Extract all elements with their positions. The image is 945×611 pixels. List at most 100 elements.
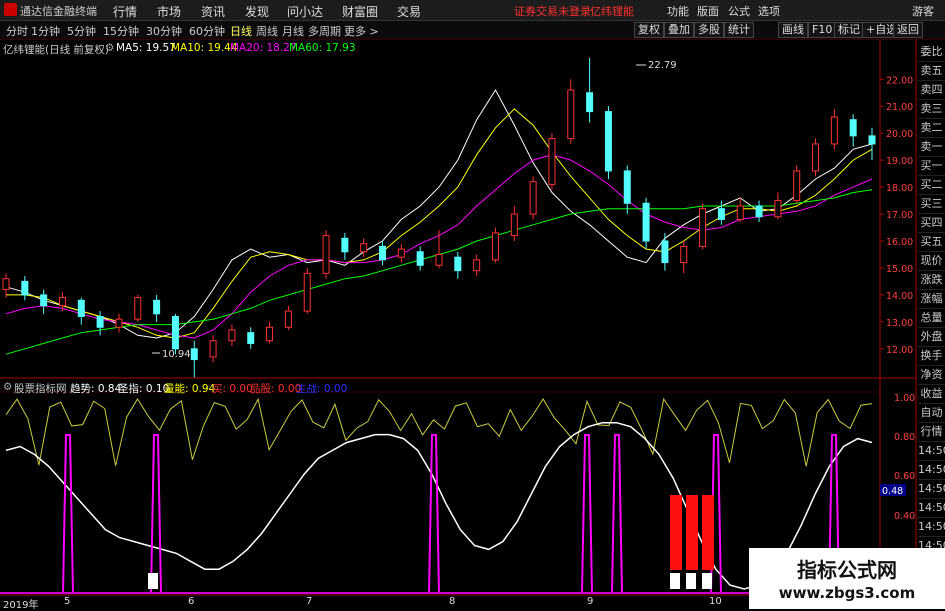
period-15min[interactable]: 15分钟 xyxy=(103,23,139,39)
overlay-button[interactable]: 叠加 xyxy=(664,22,694,38)
ma20-label: MA20: 18.27 xyxy=(230,42,297,54)
user-label[interactable]: 游客 xyxy=(912,3,934,19)
menu-options[interactable]: 选项 xyxy=(758,3,780,19)
side-item[interactable]: 委比 xyxy=(918,42,945,62)
candle-body xyxy=(604,111,612,172)
side-item[interactable]: 14:50 xyxy=(918,460,945,480)
menu-trade[interactable]: 交易 xyxy=(397,3,421,20)
menu-layout[interactable]: 版面 xyxy=(697,3,719,19)
period-multi[interactable]: 多周期 xyxy=(308,23,341,39)
high-label: 22.79 xyxy=(648,60,677,71)
mark-button[interactable]: 标记 xyxy=(834,22,864,38)
period-weekly[interactable]: 周线 xyxy=(256,23,278,39)
side-item[interactable]: 买二 xyxy=(918,175,945,195)
candle-body xyxy=(623,170,631,204)
side-item[interactable]: 涨幅 xyxy=(918,289,945,309)
settings-icon[interactable]: ⚙ xyxy=(105,42,114,54)
candle-body xyxy=(717,208,725,220)
side-item[interactable]: 行情 xyxy=(918,422,945,442)
menu-formula[interactable]: 公式 xyxy=(728,3,750,19)
price-tick: 20.00 xyxy=(886,129,913,140)
draw-button[interactable]: 画线 xyxy=(778,22,808,38)
f10-button[interactable]: F10 xyxy=(808,22,837,38)
period-60min[interactable]: 60分钟 xyxy=(189,23,225,39)
menu-function[interactable]: 功能 xyxy=(667,3,689,19)
candle-body xyxy=(830,116,838,145)
watermark-url: www.zbgs3.com xyxy=(778,584,916,602)
adjust-button[interactable]: 复权 xyxy=(634,22,664,38)
side-item[interactable]: 买一 xyxy=(918,156,945,176)
candle-body xyxy=(228,329,236,342)
candle-body xyxy=(115,318,123,328)
ma-legend: 亿纬锂能(日线 前复权) ⚙ MA5: 19.57 MA10: 19.44 MA… xyxy=(0,40,880,56)
candle-body xyxy=(812,143,820,172)
candle-body xyxy=(247,332,255,344)
menu-news[interactable]: 资讯 xyxy=(201,3,225,20)
candle-body xyxy=(680,245,688,264)
stats-button[interactable]: 统计 xyxy=(724,22,754,38)
candle-body xyxy=(454,256,462,272)
indicator-settings-icon[interactable]: ⚙ xyxy=(3,381,12,393)
period-5min[interactable]: 5分钟 xyxy=(67,23,96,39)
price-tick: 12.00 xyxy=(886,345,913,356)
menu-quote[interactable]: 行情 xyxy=(113,3,137,20)
price-tick: 18.00 xyxy=(886,183,913,194)
stock-link[interactable]: 亿纬锂能 xyxy=(590,3,634,19)
kline-chart[interactable]: 22.00 21.00 20.00 19.00 18.00 17.00 16.00 15.00… xyxy=(0,40,945,609)
price-tick: 13.00 xyxy=(886,318,913,329)
indicator-marker-block xyxy=(702,573,712,589)
menu-wealth[interactable]: 财富圈 xyxy=(342,3,378,20)
date-label-6: 6 xyxy=(188,596,195,607)
side-item[interactable]: 买四 xyxy=(918,213,945,233)
side-item[interactable]: 14:50 xyxy=(918,479,945,499)
login-warning[interactable]: 证券交易未登录 xyxy=(514,3,591,19)
side-item[interactable]: 涨跌 xyxy=(918,270,945,290)
price-tick: 21.00 xyxy=(886,102,913,113)
candle-body xyxy=(303,272,311,312)
candle-body xyxy=(510,213,518,237)
side-item[interactable]: 自动 xyxy=(918,403,945,423)
side-item[interactable]: 卖四 xyxy=(918,80,945,100)
period-daily[interactable]: 日线 xyxy=(230,23,252,39)
side-item[interactable]: 14:50 xyxy=(918,441,945,461)
multi-stock-button[interactable]: 多股 xyxy=(694,22,724,38)
ind-buy: 买: 0.00 xyxy=(212,383,253,395)
side-item[interactable]: 14:50 xyxy=(918,498,945,518)
side-item[interactable]: 总量 xyxy=(918,308,945,328)
menu-discover[interactable]: 发现 xyxy=(245,3,269,20)
period-more[interactable]: 更多 > xyxy=(344,23,379,39)
period-tick[interactable]: 分时 xyxy=(6,23,28,39)
candle-body xyxy=(2,278,10,291)
side-item[interactable]: 换手 xyxy=(918,346,945,366)
side-item[interactable]: 卖二 xyxy=(918,118,945,138)
candle-body xyxy=(77,299,85,317)
side-item[interactable]: 净资 xyxy=(918,365,945,385)
period-1min[interactable]: 1分钟 xyxy=(31,23,60,39)
indicator-signal-block xyxy=(670,495,682,570)
back-button[interactable]: 返回 xyxy=(893,22,923,38)
candle-body xyxy=(397,248,405,258)
date-label-8: 8 xyxy=(449,596,456,607)
candle-body xyxy=(171,315,179,350)
period-monthly[interactable]: 月线 xyxy=(282,23,304,39)
ind-tick-1: 1.00 xyxy=(894,393,915,404)
side-item[interactable]: 外盘 xyxy=(918,327,945,347)
menu-market[interactable]: 市场 xyxy=(157,3,181,20)
side-item[interactable]: 卖五 xyxy=(918,61,945,81)
side-item[interactable]: 现价 xyxy=(918,251,945,271)
period-30min[interactable]: 30分钟 xyxy=(146,23,182,39)
side-item[interactable]: 买三 xyxy=(918,194,945,214)
title-bar: 通达信金融终端 行情 市场 资讯 发现 问小达 财富圈 交易 证券交易未登录 亿… xyxy=(0,0,945,21)
candle-body xyxy=(868,135,876,145)
ind-tick-4: 0.40 xyxy=(894,511,915,522)
side-item[interactable]: 卖三 xyxy=(918,99,945,119)
candle-body xyxy=(755,205,763,218)
side-item[interactable]: 收益 xyxy=(918,384,945,404)
menu-ask[interactable]: 问小达 xyxy=(287,3,323,20)
side-item[interactable]: 14:50 xyxy=(918,517,945,537)
side-item[interactable]: 买五 xyxy=(918,232,945,252)
candle-body xyxy=(416,251,424,266)
candle-body xyxy=(699,208,707,247)
side-item[interactable]: 卖一 xyxy=(918,137,945,157)
ma5-label: MA5: 19.57 xyxy=(116,42,176,54)
